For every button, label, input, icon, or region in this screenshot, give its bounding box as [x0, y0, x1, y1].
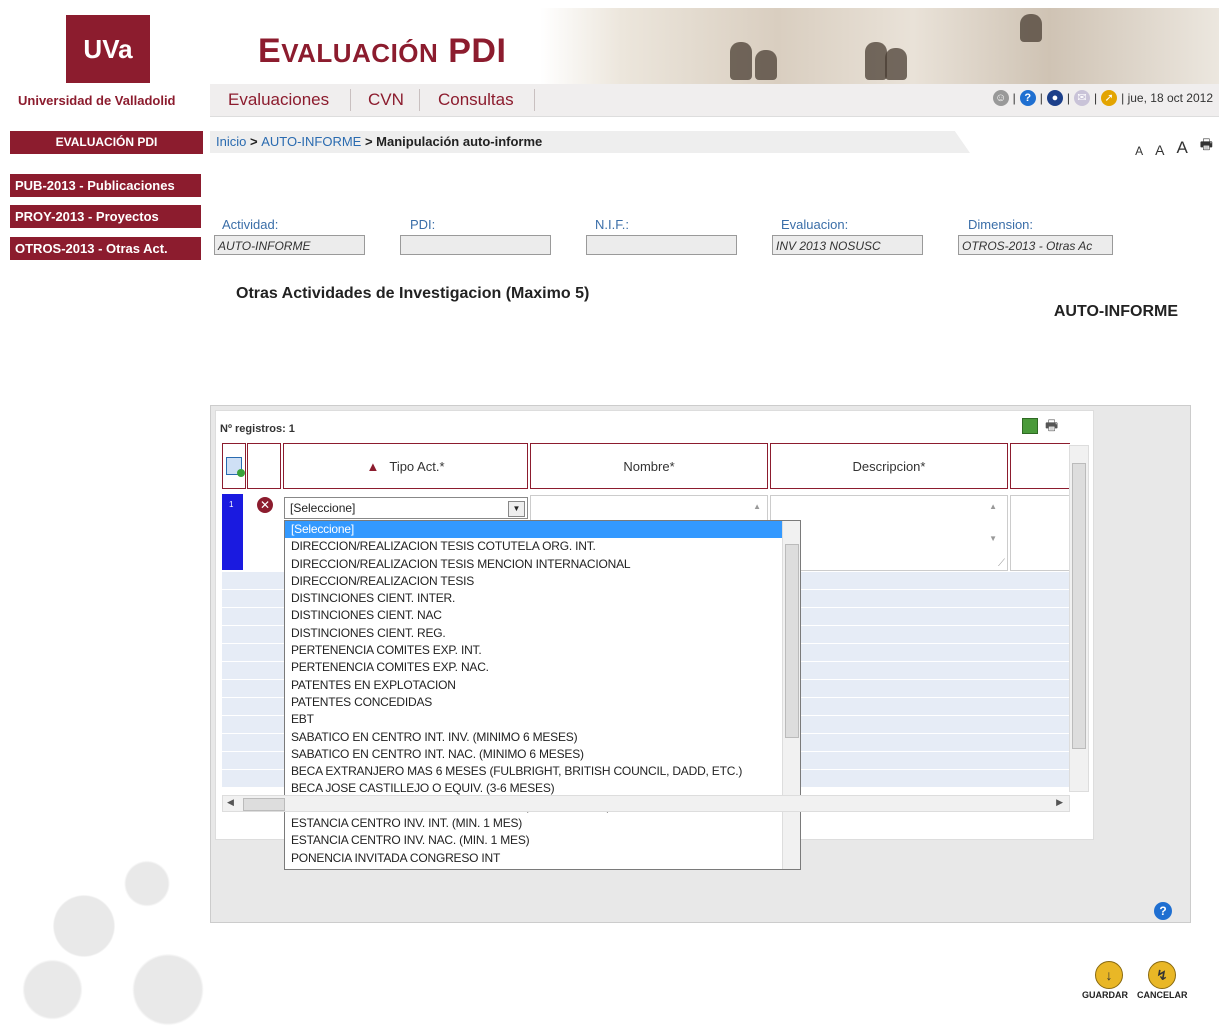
- column-header-descripcion[interactable]: Descripcion*: [770, 443, 1008, 489]
- nav-cvn[interactable]: CVN: [368, 90, 404, 110]
- save-button[interactable]: ↓: [1095, 961, 1123, 989]
- toolbar-icons: ☺ | ? | ● | ✉ | ➚ | jue, 18 oct 2012: [992, 90, 1213, 106]
- add-row-button[interactable]: [222, 443, 246, 489]
- dropdown-option[interactable]: DIRECCION/REALIZACION TESIS MENCION INTE…: [285, 556, 800, 573]
- tipo-act-select[interactable]: [Seleccione] ▼: [284, 497, 528, 519]
- globe-icon[interactable]: ●: [1046, 90, 1063, 106]
- font-large-button[interactable]: A: [1176, 138, 1187, 158]
- scroll-thumb[interactable]: [785, 544, 799, 738]
- column-header-tipo[interactable]: ▲ Tipo Act.*: [283, 443, 528, 489]
- font-size-controls: A A A 🖶: [1135, 134, 1213, 158]
- header-spacer: [247, 443, 281, 489]
- evaluacion-field: INV 2013 NOSUSC: [772, 235, 923, 255]
- dropdown-option[interactable]: EBT: [285, 711, 800, 728]
- sort-asc-icon: ▲: [366, 458, 380, 474]
- actividad-label: Actividad:: [222, 217, 279, 232]
- breadcrumb-auto-informe[interactable]: AUTO-INFORME: [261, 134, 361, 149]
- chevron-down-icon[interactable]: ▼: [508, 501, 525, 517]
- font-small-button[interactable]: A: [1135, 144, 1143, 158]
- compass-icon[interactable]: ➚: [1101, 90, 1118, 106]
- print-icon[interactable]: 🖶: [1200, 134, 1213, 158]
- dropdown-option[interactable]: PONENCIA INVITADA CONGRESO INT: [285, 850, 800, 867]
- scroll-right-icon[interactable]: ▶: [1056, 797, 1063, 808]
- column-header-extra: [1010, 443, 1070, 489]
- dropdown-option[interactable]: DIRECCION/REALIZACION TESIS: [285, 573, 800, 590]
- uva-logo[interactable]: UVa: [66, 15, 150, 83]
- row-selector[interactable]: 1: [222, 494, 243, 570]
- app-title-initial: E: [258, 32, 282, 70]
- dropdown-option[interactable]: PATENTES EN EXPLOTACION: [285, 677, 800, 694]
- dropdown-option[interactable]: PERTENENCIA COMITES EXP. INT.: [285, 642, 800, 659]
- mail-icon[interactable]: ✉: [1074, 90, 1091, 106]
- breadcrumb-current: Manipulación auto-informe: [376, 134, 543, 149]
- cancel-button[interactable]: ↯: [1148, 961, 1176, 989]
- pdi-label: PDI:: [410, 217, 436, 232]
- app-title: EVALUACIÓN PDI: [258, 32, 506, 71]
- actividad-field: AUTO-INFORME: [214, 235, 365, 255]
- dropdown-option[interactable]: ESTANCIA CENTRO INV. NAC. (MIN. 1 MES): [285, 832, 800, 849]
- grid-help-icon[interactable]: ?: [1154, 902, 1172, 920]
- scroll-up-icon: ▲: [753, 502, 761, 511]
- nav-evaluaciones[interactable]: Evaluaciones: [228, 90, 329, 110]
- scroll-thumb[interactable]: [243, 798, 285, 811]
- university-name: Universidad de Valladolid: [18, 93, 176, 108]
- evaluacion-label: Evaluacion:: [781, 217, 849, 232]
- dropdown-option[interactable]: PATENTES CONCEDIDAS: [285, 694, 800, 711]
- column-header-nombre[interactable]: Nombre*: [530, 443, 768, 489]
- dropdown-option[interactable]: BECA EXTRANJERO MAS 6 MESES (FULBRIGHT, …: [285, 763, 800, 780]
- dimension-label: Dimension:: [968, 217, 1034, 232]
- nav-consultas[interactable]: Consultas: [438, 90, 514, 110]
- user-icon[interactable]: ☺: [992, 90, 1009, 106]
- sidebar-item-otras-act[interactable]: OTROS-2013 - Otras Act.: [10, 237, 201, 260]
- delete-row-icon[interactable]: ✕: [257, 497, 273, 513]
- add-row-icon: [226, 457, 245, 477]
- dropdown-option[interactable]: DISTINCIONES CIENT. NAC: [285, 607, 800, 624]
- grid-vertical-scrollbar[interactable]: [1069, 445, 1089, 792]
- section-tag: AUTO-INFORME: [1053, 303, 1178, 320]
- font-medium-button[interactable]: A: [1155, 142, 1164, 158]
- logo-text: UVa: [83, 33, 133, 64]
- header-banner-image: [540, 8, 1219, 84]
- nif-field: [586, 235, 737, 255]
- scroll-thumb[interactable]: [1072, 463, 1086, 749]
- sidebar-header: EVALUACIÓN PDI: [10, 131, 203, 154]
- dropdown-scrollbar[interactable]: [782, 521, 800, 869]
- dropdown-option[interactable]: DIRECCION/REALIZACION TESIS COTUTELA ORG…: [285, 538, 800, 555]
- save-label: GUARDAR: [1082, 990, 1128, 1000]
- tipo-act-dropdown[interactable]: [Seleccione] DIRECCION/REALIZACION TESIS…: [284, 520, 801, 870]
- dropdown-option[interactable]: PERTENENCIA COMITES EXP. NAC.: [285, 659, 800, 676]
- breadcrumb-home[interactable]: Inicio: [216, 134, 246, 149]
- extra-cell: [1010, 495, 1070, 571]
- cancel-label: CANCELAR: [1137, 990, 1188, 1000]
- scroll-down-icon: ▼: [989, 534, 997, 543]
- dropdown-option[interactable]: ESTANCIA CENTRO INV. INT. (MIN. 1 MES): [285, 815, 800, 832]
- help-icon[interactable]: ?: [1019, 90, 1036, 106]
- scroll-left-icon[interactable]: ◀: [227, 797, 234, 808]
- nif-label: N.I.F.:: [595, 217, 629, 232]
- pdi-field: [400, 235, 551, 255]
- descripcion-textarea[interactable]: ▲ ▼ ⟋: [770, 495, 1008, 571]
- section-title: Otras Actividades de Investigacion (Maxi…: [236, 285, 590, 302]
- dimension-field: OTROS-2013 - Otras Ac: [958, 235, 1113, 255]
- dropdown-option[interactable]: DISTINCIONES CIENT. REG.: [285, 625, 800, 642]
- dropdown-option[interactable]: [Seleccione]: [285, 521, 800, 539]
- record-count: Nº registros: 1: [220, 423, 295, 435]
- export-icon[interactable]: [1022, 418, 1038, 434]
- sidebar-item-publicaciones[interactable]: PUB-2013 - Publicaciones: [10, 174, 201, 197]
- breadcrumb: Inicio > AUTO-INFORME > Manipulación aut…: [210, 131, 970, 153]
- current-date: | jue, 18 oct 2012: [1121, 91, 1213, 105]
- scroll-up-icon: ▲: [989, 502, 997, 511]
- dropdown-option[interactable]: SABATICO EN CENTRO INT. INV. (MINIMO 6 M…: [285, 729, 800, 746]
- resize-handle-icon[interactable]: ⟋: [998, 558, 1005, 569]
- university-crest-watermark: [0, 820, 210, 1032]
- grid-print-icon[interactable]: 🖶: [1045, 415, 1058, 439]
- sidebar-item-proyectos[interactable]: PROY-2013 - Proyectos: [10, 205, 201, 228]
- app-title-middle: VALUACIÓN: [281, 38, 439, 68]
- dropdown-option[interactable]: DISTINCIONES CIENT. INTER.: [285, 590, 800, 607]
- grid-horizontal-scrollbar[interactable]: ◀ ▶: [222, 795, 1070, 812]
- dropdown-option[interactable]: SABATICO EN CENTRO INT. NAC. (MINIMO 6 M…: [285, 746, 800, 763]
- app-title-end: PDI: [438, 32, 507, 70]
